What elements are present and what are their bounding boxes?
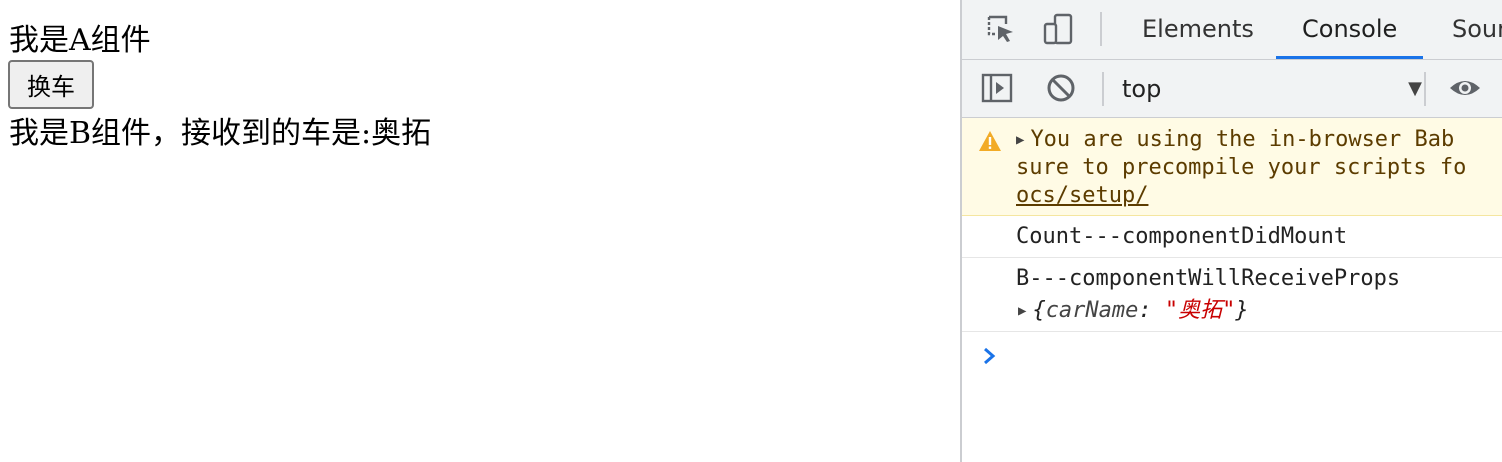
device-toolbar-icon[interactable] <box>1042 12 1076 46</box>
tab-elements[interactable]: Elements <box>1116 0 1280 59</box>
inspect-element-icon[interactable] <box>984 12 1018 46</box>
devtools-panel: Elements Console Sour top ▼ ▶ You are us… <box>960 0 1502 462</box>
context-selector-value: top <box>1122 75 1162 103</box>
toolbar-separator-2 <box>1424 72 1426 106</box>
object-open-brace: { <box>1032 298 1046 323</box>
logged-object[interactable]: ▶ {carName: "奥拓"} <box>1018 296 1249 326</box>
object-string-value: "奥拓" <box>1164 298 1236 323</box>
warning-line-2: sure to precompile your scripts fo <box>1016 155 1467 180</box>
console-log-message-2[interactable]: B---componentWillReceiveProps ▶ {carName:… <box>962 258 1502 332</box>
log-text: Count---componentDidMount <box>1016 224 1348 249</box>
live-expression-eye-icon[interactable] <box>1448 71 1482 105</box>
tab-console[interactable]: Console <box>1276 0 1424 59</box>
swap-car-button[interactable]: 换车 <box>8 60 94 109</box>
tab-sources[interactable]: Sour <box>1426 0 1502 59</box>
object-colon: : <box>1138 298 1165 323</box>
tabbar-separator <box>1100 12 1102 46</box>
context-selector[interactable]: top ▼ <box>1122 68 1422 110</box>
toolbar-separator <box>1102 72 1104 106</box>
console-toolbar: top ▼ <box>962 60 1502 118</box>
warning-line-1: You are using the in-browser Bab <box>1030 127 1455 152</box>
warning-link[interactable]: ocs/setup/ <box>1016 183 1148 208</box>
devtools-tabbar: Elements Console Sour <box>962 0 1502 60</box>
warning-icon <box>979 131 1001 151</box>
expand-triangle-icon[interactable]: ▶ <box>1016 126 1024 154</box>
log-text-2: B---componentWillReceiveProps <box>1016 266 1401 291</box>
console-log-message[interactable]: Count---componentDidMount <box>962 216 1502 258</box>
clear-console-icon[interactable] <box>1044 71 1078 105</box>
component-b-text: 我是B组件，接收到的车是:奥拓 <box>9 116 432 151</box>
object-close-brace: } <box>1235 298 1249 323</box>
page-content: 我是A组件 换车 我是B组件，接收到的车是:奥拓 <box>0 0 960 462</box>
warning-text: ▶ You are using the in-browser Bab sure t… <box>1016 126 1496 210</box>
console-prompt-chevron-icon[interactable] <box>980 344 1000 368</box>
object-key: carName <box>1045 298 1139 323</box>
console-warning-message[interactable]: ▶ You are using the in-browser Bab sure t… <box>962 118 1502 216</box>
component-a-title: 我是A组件 <box>9 23 151 58</box>
expand-object-triangle-icon[interactable]: ▶ <box>1018 296 1026 326</box>
sidebar-toggle-icon[interactable] <box>980 71 1014 105</box>
dropdown-arrow-icon: ▼ <box>1408 78 1422 99</box>
console-messages: ▶ You are using the in-browser Bab sure t… <box>962 118 1502 462</box>
